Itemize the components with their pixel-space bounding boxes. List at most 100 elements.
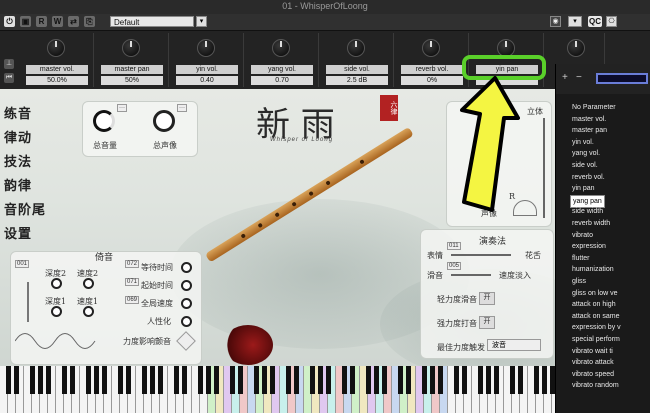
remove-button[interactable]: − [576, 72, 582, 83]
knob[interactable] [567, 39, 585, 57]
menu-item-4[interactable]: 音阶尾 [4, 199, 46, 218]
black-key[interactable] [269, 366, 275, 394]
knob[interactable] [122, 39, 140, 57]
menu-item-0[interactable]: 练音 [4, 103, 32, 122]
parameter-list-item[interactable]: gliss on low ve [570, 288, 620, 299]
parameter-list-item[interactable]: master vol. [570, 114, 608, 125]
power-icon[interactable]: ⏻ [4, 16, 15, 27]
parameter-list-item[interactable]: No Parameter [570, 102, 618, 113]
menu-item-2[interactable]: 技法 [4, 151, 32, 170]
black-key[interactable] [29, 366, 35, 394]
parameter-list-item[interactable]: vibrato attack [570, 357, 616, 368]
preset-select[interactable]: Default [110, 16, 194, 27]
qc-button[interactable]: QC [588, 16, 602, 27]
black-key[interactable] [349, 366, 355, 394]
black-key[interactable] [181, 366, 187, 394]
piano-keyboard[interactable] [0, 366, 560, 413]
write-button[interactable]: W [52, 16, 63, 27]
strong-hit-toggle[interactable]: 开 [479, 316, 495, 329]
black-key[interactable] [493, 366, 499, 394]
link-icon[interactable]: ⎔ [606, 16, 617, 27]
view-select[interactable]: ▾ [568, 16, 582, 27]
black-key[interactable] [517, 366, 523, 394]
depth1-knob[interactable] [51, 306, 62, 317]
black-key[interactable] [429, 366, 435, 394]
speed1-knob[interactable] [83, 306, 94, 317]
parameter-list-item[interactable]: special perform [570, 334, 622, 345]
expand-icon[interactable]: ⊥ [4, 59, 14, 69]
parameter-list-item[interactable]: yang vol. [570, 148, 602, 159]
black-key[interactable] [197, 366, 203, 394]
param-value[interactable]: 2.5 dB [326, 76, 388, 85]
parameter-list-item[interactable]: vibrato [570, 230, 595, 241]
param-value[interactable]: 0.40 [176, 76, 238, 85]
black-key[interactable] [141, 366, 147, 394]
black-key[interactable] [485, 366, 491, 394]
black-key[interactable] [93, 366, 99, 394]
light-gliss-toggle[interactable]: 开 [479, 292, 495, 305]
black-key[interactable] [157, 366, 163, 394]
black-key[interactable] [69, 366, 75, 394]
parameter-list-item[interactable]: flutter [570, 253, 592, 264]
param-side-vol[interactable]: side vol. 2.5 dB [320, 33, 394, 87]
parameter-list-item[interactable]: expression [570, 241, 608, 252]
parameter-list-item[interactable]: expression by v [570, 322, 623, 333]
width-slider[interactable] [543, 118, 545, 218]
knob[interactable] [197, 39, 215, 57]
wait-time-knob[interactable] [181, 262, 192, 273]
parameter-list-item[interactable]: attack on same [570, 311, 621, 322]
black-key[interactable] [437, 366, 443, 394]
black-key[interactable] [101, 366, 107, 394]
speed2-knob[interactable] [83, 278, 94, 289]
master-pan-knob[interactable] [153, 110, 175, 132]
parameter-list-item[interactable]: yin vol. [570, 137, 596, 148]
depth2-knob[interactable] [51, 278, 62, 289]
compare-icon[interactable]: ⇄ [68, 16, 79, 27]
black-key[interactable] [317, 366, 323, 394]
black-key[interactable] [421, 366, 427, 394]
parameter-search-input[interactable] [596, 73, 648, 84]
skip-icon[interactable]: ⏮ [4, 73, 14, 83]
black-key[interactable] [37, 366, 43, 394]
param-value[interactable]: 50.0% [26, 76, 88, 85]
black-key[interactable] [85, 366, 91, 394]
black-key[interactable] [373, 366, 379, 394]
param-value[interactable]: 0.70 [251, 76, 313, 85]
black-key[interactable] [461, 366, 467, 394]
parameter-list-item[interactable]: side width [570, 206, 605, 217]
parameter-list-item[interactable]: vibrato wait ti [570, 346, 615, 357]
black-key[interactable] [365, 366, 371, 394]
master-volume-knob[interactable] [93, 110, 115, 132]
parameter-list-item[interactable]: reverb width [570, 218, 612, 229]
black-key[interactable] [253, 366, 259, 394]
humanize-knob[interactable] [181, 316, 192, 327]
black-key[interactable] [509, 366, 515, 394]
black-key[interactable] [61, 366, 67, 394]
black-key[interactable] [205, 366, 211, 394]
knob[interactable] [47, 39, 65, 57]
black-key[interactable] [117, 366, 123, 394]
black-key[interactable] [325, 366, 331, 394]
parameter-list-item[interactable]: vibrato speed [570, 369, 616, 380]
parameter-list-item[interactable]: humanization [570, 264, 616, 275]
black-key[interactable] [541, 366, 547, 394]
copy-icon[interactable]: ⎘ [84, 16, 95, 27]
knob[interactable] [347, 39, 365, 57]
read-button[interactable]: R [36, 16, 47, 27]
parameter-list-item[interactable]: gliss [570, 276, 588, 287]
black-key[interactable] [533, 366, 539, 394]
parameter-list-item[interactable]: master pan [570, 125, 609, 136]
best-trigger-select[interactable]: 波音 [487, 339, 541, 351]
knob[interactable] [422, 39, 440, 57]
black-key[interactable] [309, 366, 315, 394]
black-key[interactable] [549, 366, 555, 394]
preset-menu-icon[interactable]: ▾ [196, 16, 207, 27]
black-key[interactable] [213, 366, 219, 394]
param-yin-vol[interactable]: yin vol. 0.40 [170, 33, 244, 87]
gliss-slider[interactable] [451, 274, 491, 276]
black-key[interactable] [125, 366, 131, 394]
menu-item-3[interactable]: 韵律 [4, 175, 32, 194]
ornament-slider[interactable] [27, 282, 29, 322]
param-master-pan[interactable]: master pan 50% [95, 33, 169, 87]
parameter-list-item[interactable]: attack on high [570, 299, 618, 310]
